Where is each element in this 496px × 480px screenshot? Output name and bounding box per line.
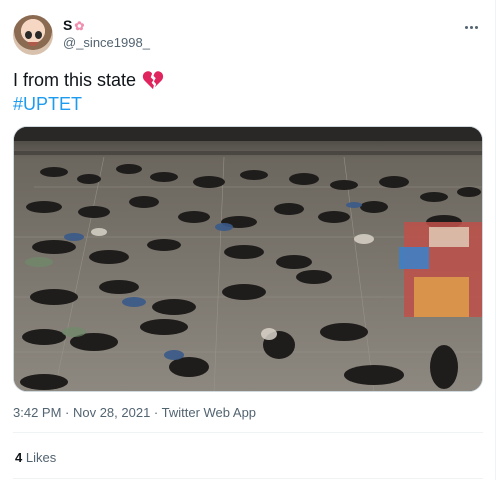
avatar-eye	[25, 31, 32, 39]
likes-count: 4	[15, 450, 23, 465]
display-name[interactable]: S ✿	[63, 17, 150, 34]
likes-stat[interactable]: 4 Likes	[15, 450, 56, 466]
divider	[13, 432, 483, 433]
cherry-blossom-icon: ✿	[74, 18, 85, 33]
likes-label: Likes	[25, 450, 57, 465]
tweet-photo[interactable]	[13, 126, 483, 392]
tweet-text-content: I from this state	[13, 70, 137, 90]
tweet-text: I from this state #UPTET	[13, 68, 483, 116]
broken-heart-icon	[142, 71, 164, 90]
hashtag-link[interactable]: #UPTET	[13, 92, 483, 116]
more-options-icon[interactable]	[459, 15, 483, 39]
display-name-text: S	[63, 17, 73, 33]
divider	[13, 478, 483, 479]
tweet-timestamp[interactable]: 3:42 PM · Nov 28, 2021 · Twitter Web App	[13, 405, 256, 421]
username-handle[interactable]: @_since1998_	[63, 34, 150, 52]
avatar-mouth	[28, 42, 38, 46]
tweet-header: S ✿ @_since1998_	[13, 15, 483, 57]
author-names: S ✿ @_since1998_	[63, 17, 150, 52]
avatar[interactable]	[13, 15, 53, 55]
photo-image	[14, 127, 482, 391]
tweet-detail: S ✿ @_since1998_ I from this state #UPTE…	[0, 0, 496, 480]
avatar-eye	[35, 31, 42, 39]
